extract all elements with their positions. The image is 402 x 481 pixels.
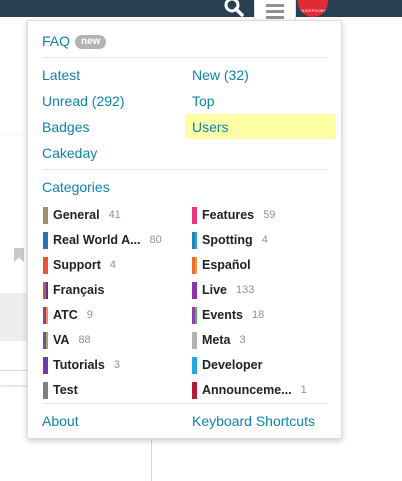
menu-divider <box>42 169 328 170</box>
menu-divider <box>42 57 328 58</box>
category-topic-count: 9 <box>86 309 93 321</box>
hamburger-menu-button[interactable] <box>254 0 296 22</box>
category-topic-count: 4 <box>109 259 117 271</box>
category-item[interactable]: Español <box>192 256 251 274</box>
category-item[interactable]: ATC 9 <box>43 306 93 324</box>
category-color-swatch <box>43 331 48 349</box>
category-item[interactable]: Meta 3 <box>192 331 246 349</box>
category-topic-count: 59 <box>263 209 276 221</box>
category-topic-count: 41 <box>108 209 121 221</box>
category-item[interactable]: Test <box>43 381 78 399</box>
category-name: Developer <box>202 358 263 372</box>
menu-divider <box>42 403 328 404</box>
category-name: Real World A... <box>53 233 141 247</box>
category-topic-count: 3 <box>113 359 120 371</box>
category-color-swatch <box>43 356 48 374</box>
unread-link[interactable]: Unread (292) <box>42 93 125 109</box>
category-name: Français <box>53 283 105 297</box>
category-name: ATC <box>53 308 78 322</box>
category-color-swatch <box>43 306 48 324</box>
category-color-swatch <box>192 231 197 249</box>
category-color-swatch <box>43 231 48 249</box>
background-divider-vertical <box>151 440 152 481</box>
search-icon <box>224 0 244 17</box>
category-item[interactable]: Tutorials 3 <box>43 356 120 374</box>
category-color-swatch <box>192 206 197 224</box>
category-name: Español <box>202 258 251 272</box>
hamburger-menu-panel: FAQ new Latest New (32) Unread (292) Top… <box>27 20 342 439</box>
category-color-swatch <box>192 331 197 349</box>
category-item[interactable]: Real World A... 80 <box>43 231 162 249</box>
category-item[interactable]: Developer <box>192 356 262 374</box>
category-item[interactable]: Support 4 <box>43 256 116 274</box>
category-name: Meta <box>202 333 231 347</box>
category-topic-count: 88 <box>78 334 91 346</box>
category-item[interactable]: Spotting 4 <box>192 231 268 249</box>
about-link[interactable]: About <box>42 413 79 429</box>
category-name: VA <box>53 333 70 347</box>
bookmark-icon[interactable] <box>14 248 24 262</box>
category-name: Tutorials <box>53 358 105 372</box>
category-color-swatch <box>43 256 48 274</box>
category-name: Events <box>202 308 243 322</box>
cakeday-link[interactable]: Cakeday <box>42 145 97 161</box>
category-topic-count: 80 <box>149 234 162 246</box>
category-item[interactable]: VA 88 <box>43 331 91 349</box>
category-name: Spotting <box>202 233 253 247</box>
category-color-swatch <box>192 356 197 374</box>
category-topic-count: 18 <box>252 309 265 321</box>
category-name: Live <box>202 283 228 297</box>
avatar: MUSEPHOBS <box>298 0 328 17</box>
users-link[interactable]: Users <box>192 119 229 135</box>
category-item[interactable]: Français <box>43 281 104 299</box>
category-name: Features <box>202 208 255 222</box>
top-header-bar <box>0 0 402 17</box>
category-color-swatch <box>192 306 197 324</box>
search-button[interactable] <box>214 0 254 17</box>
category-item[interactable]: Announceme... 1 <box>192 381 307 399</box>
category-item[interactable]: Features 59 <box>192 206 275 224</box>
category-topic-count: 133 <box>236 284 255 296</box>
category-topic-count: 4 <box>261 234 268 246</box>
category-name: Announceme... <box>202 383 292 397</box>
category-item[interactable]: General 41 <box>43 206 121 224</box>
avatar-text: MUSEPHOBS <box>299 7 327 13</box>
category-color-swatch <box>192 381 197 399</box>
category-color-swatch <box>43 206 48 224</box>
users-link-highlight[interactable]: Users <box>185 114 335 139</box>
faq-new-badge: new <box>75 35 107 49</box>
category-item[interactable]: Events 18 <box>192 306 264 324</box>
category-color-swatch <box>43 381 48 399</box>
category-color-swatch <box>192 256 197 274</box>
latest-link[interactable]: Latest <box>42 67 80 83</box>
categories-heading-link[interactable]: Categories <box>42 179 110 195</box>
top-link[interactable]: Top <box>192 93 215 109</box>
category-name: Test <box>53 383 78 397</box>
category-name: Support <box>53 258 101 272</box>
keyboard-shortcuts-link[interactable]: Keyboard Shortcuts <box>192 413 315 429</box>
hamburger-menu-icon <box>266 3 284 19</box>
category-topic-count: 1 <box>300 384 307 396</box>
category-topic-count: 3 <box>239 334 246 346</box>
badges-link[interactable]: Badges <box>42 119 89 135</box>
category-color-swatch <box>192 281 197 299</box>
new-link[interactable]: New (32) <box>192 67 249 83</box>
faq-link[interactable]: FAQ <box>42 33 70 49</box>
category-color-swatch <box>43 281 48 299</box>
category-name: General <box>53 208 100 222</box>
category-item[interactable]: Live 133 <box>192 281 254 299</box>
user-avatar-button[interactable]: MUSEPHOBS <box>296 0 330 17</box>
